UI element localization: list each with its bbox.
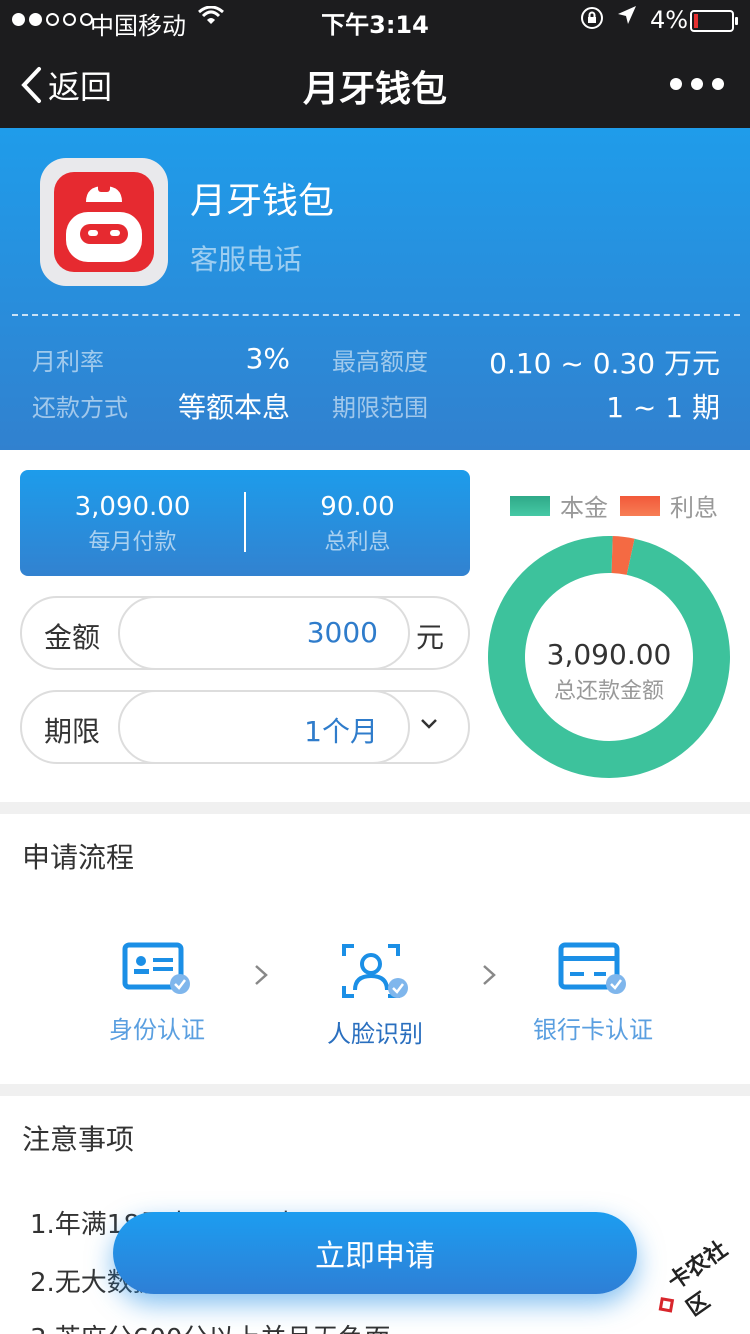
page-title: 月牙钱包 [302, 69, 447, 110]
total-interest-value: 90.00 [320, 492, 395, 522]
step-face-recognition: 人脸识别 [310, 942, 440, 1049]
app-logo [40, 158, 168, 286]
loan-calculator: 3,090.00 每月付款 90.00 总利息 金额 3000 元 期限 1个月… [0, 450, 750, 802]
amount-label: 金额 [44, 621, 101, 654]
donut-center: 3,090.00 总还款金额 [488, 638, 730, 705]
legend-label-interest: 利息 [670, 494, 718, 522]
total-interest-label: 总利息 [324, 530, 391, 555]
customer-service-phone[interactable]: 客服电话 [190, 238, 302, 278]
more-icon[interactable] [670, 78, 724, 90]
term-range-label: 期限范围 [332, 394, 428, 422]
monthly-payment-label: 每月付款 [88, 530, 177, 555]
step-label: 银行卡认证 [533, 1016, 653, 1044]
amount-field: 金额 3000 元 [20, 596, 470, 670]
repayment-summary: 3,090.00 每月付款 90.00 总利息 [20, 470, 470, 576]
total-repayment-label: 总还款金额 [553, 679, 664, 704]
legend-interest: 利息 [620, 488, 718, 523]
max-amount-value: 0.10 ~ 0.30 万元 [489, 347, 720, 380]
total-repayment-value: 3,090.00 [546, 638, 672, 671]
term-range-value: 1 ~ 1 期 [606, 391, 720, 424]
step-id-verification: 身份认证 [92, 942, 222, 1045]
face-scan-icon [342, 944, 408, 998]
chevron-right-icon [483, 965, 496, 985]
process-title: 申请流程 [22, 841, 135, 874]
legend-swatch-interest [620, 495, 660, 516]
rotation-lock-icon [580, 6, 604, 36]
legend-principal: 本金 [510, 488, 608, 523]
term-field: 期限 1个月 [20, 690, 470, 764]
dashed-divider [12, 314, 740, 316]
max-amount-label: 最高额度 [332, 348, 428, 376]
amount-value: 3000 [306, 616, 378, 649]
term-value: 1个月 [304, 715, 378, 748]
note-item: 3.芝麻分600分以上并且无负面 [30, 1318, 390, 1334]
location-icon [616, 4, 638, 32]
product-name: 月牙钱包 [190, 181, 335, 222]
notes-title: 注意事项 [22, 1123, 135, 1156]
amount-unit: 元 [416, 621, 445, 654]
step-label: 人脸识别 [327, 1020, 423, 1048]
term-select[interactable]: 1个月 [118, 690, 410, 764]
chevron-right-icon [255, 965, 268, 985]
term-label: 期限 [44, 715, 101, 748]
repay-method-value: 等额本息 [177, 391, 290, 424]
step-label: 身份认证 [109, 1016, 205, 1044]
legend-swatch-principal [510, 495, 550, 516]
monthly-rate-label: 月利率 [32, 348, 104, 376]
battery-icon [690, 10, 738, 32]
legend-label-principal: 本金 [560, 494, 608, 522]
monthly-payment-value: 3,090.00 [74, 492, 191, 522]
monthly-rate-value: 3% [245, 342, 290, 375]
chevron-down-icon[interactable] [420, 718, 438, 730]
nav-bar: 返回 月牙钱包 [0, 40, 750, 128]
id-card-icon [122, 942, 190, 994]
battery-percent: 4% [650, 6, 689, 34]
step-bank-card: 银行卡认证 [528, 942, 658, 1045]
apply-process-section: 申请流程 身份认证 人脸识别 银行卡认证 [0, 814, 750, 1084]
top-bar: 中国移动 下午3:14 4% 返回 月牙钱包 [0, 0, 750, 128]
bank-card-icon [558, 942, 626, 994]
repay-method-label: 还款方式 [32, 394, 128, 422]
amount-input[interactable]: 3000 [118, 596, 410, 670]
product-header: 月牙钱包 客服电话 月利率 3% 最高额度 0.10 ~ 0.30 万元 还款方… [0, 128, 750, 450]
apply-now-button[interactable]: 立即申请 [113, 1212, 637, 1294]
status-bar: 中国移动 下午3:14 4% [0, 0, 750, 40]
